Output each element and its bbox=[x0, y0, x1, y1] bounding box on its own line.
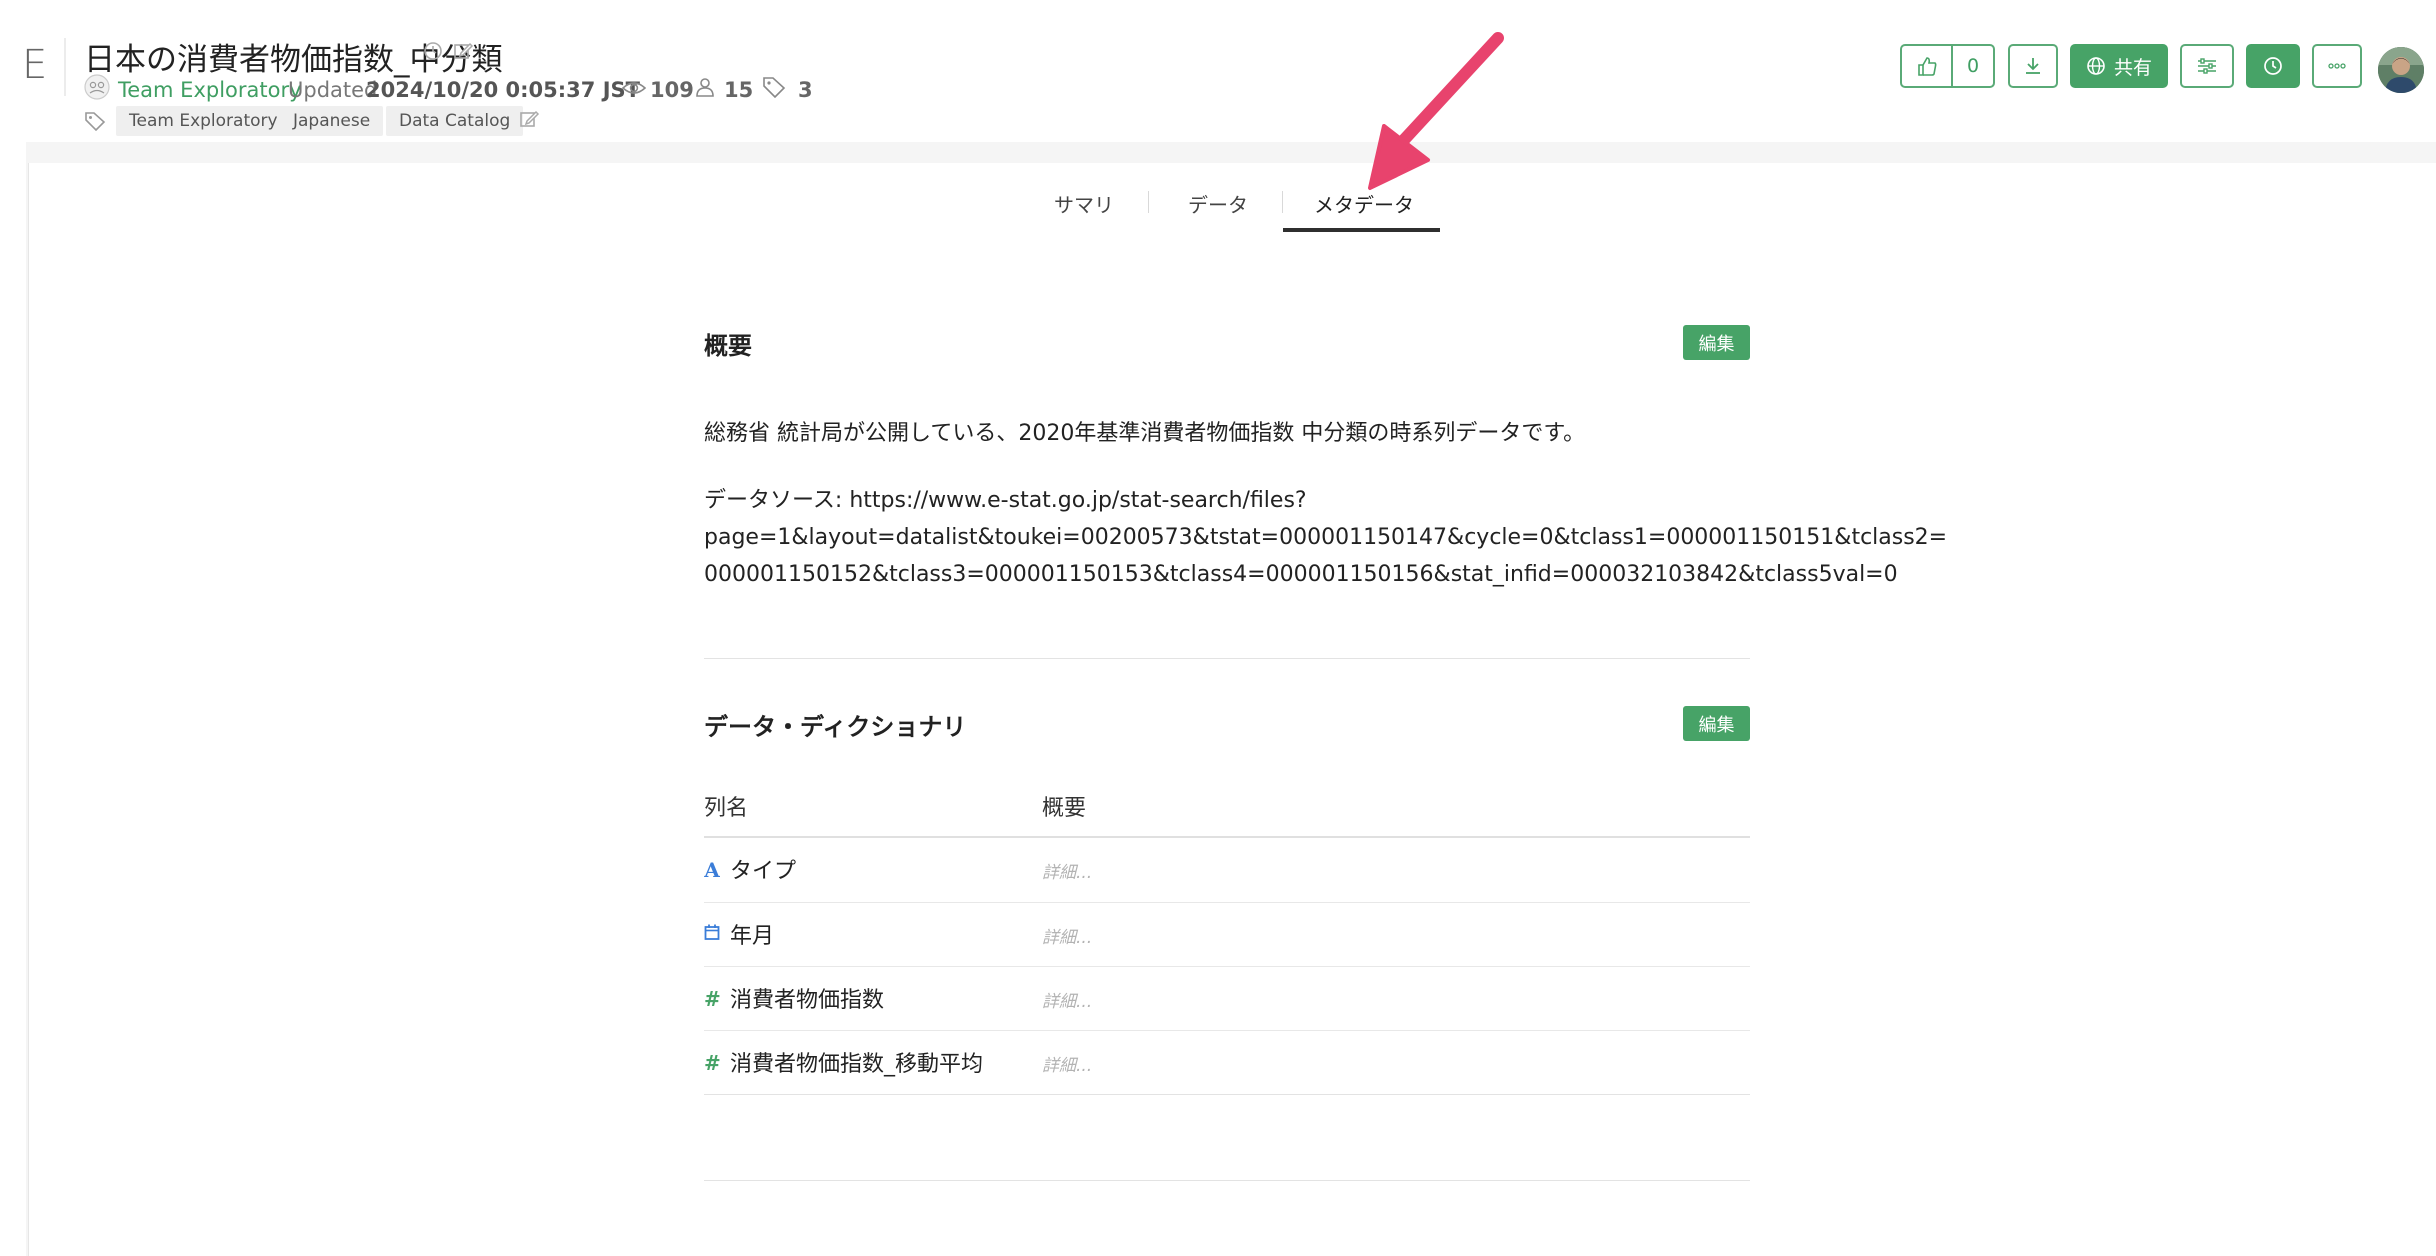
updated-label: Updated bbox=[288, 78, 378, 102]
table-row[interactable]: # 消費者物価指数_移動平均 詳細... bbox=[704, 1030, 1750, 1095]
number-type-icon: # bbox=[704, 987, 721, 1011]
tab-separator bbox=[1148, 191, 1149, 213]
settings-button[interactable] bbox=[2180, 44, 2234, 88]
tag-chip[interactable]: Team Exploratory bbox=[116, 106, 291, 136]
column-description[interactable]: 詳細... bbox=[1042, 1051, 1092, 1076]
download-button[interactable] bbox=[2008, 44, 2058, 88]
tab-summary[interactable]: サマリ bbox=[1054, 189, 1114, 218]
column-description[interactable]: 詳細... bbox=[1042, 987, 1092, 1012]
app-logo[interactable]: E bbox=[22, 42, 47, 88]
tag-chip[interactable]: Data Catalog bbox=[386, 106, 524, 136]
like-count-button[interactable]: 0 bbox=[1951, 44, 1995, 88]
history-icon[interactable] bbox=[422, 40, 446, 64]
users-count: 15 bbox=[724, 78, 754, 102]
column-description[interactable]: 詳細... bbox=[1042, 858, 1092, 883]
share-button[interactable]: 共有 bbox=[2070, 44, 2168, 88]
overview-description: 総務省 統計局が公開している、2020年基準消費者物価指数 中分類の時系列データ… bbox=[704, 421, 1586, 446]
column-name: 消費者物価指数 bbox=[730, 988, 885, 1013]
tab-data[interactable]: データ bbox=[1188, 189, 1248, 218]
tab-separator bbox=[1282, 191, 1283, 213]
tab-bar: サマリ データ メタデータ bbox=[0, 163, 2436, 233]
table-bottom-rule bbox=[704, 1094, 1750, 1095]
dictionary-title: データ・ディクショナリ bbox=[704, 713, 967, 741]
text-type-icon: A bbox=[704, 858, 720, 882]
header-bar: E 日本の消費者物価指数_中分類 Team Exploratory Update… bbox=[0, 0, 2436, 142]
like-button[interactable] bbox=[1900, 44, 1952, 88]
tab-metadata[interactable]: メタデータ bbox=[1314, 189, 1414, 218]
number-type-icon: # bbox=[704, 1051, 721, 1075]
column-name-header: 列名 bbox=[704, 796, 749, 821]
download-icon bbox=[2023, 56, 2043, 76]
data-source-url-cont[interactable]: page=1&layout=datalist&toukei=00200573&t… bbox=[704, 519, 1947, 556]
tag-count-icon bbox=[762, 76, 786, 98]
edit-title-icon[interactable] bbox=[452, 40, 476, 64]
active-tab-indicator bbox=[1283, 228, 1440, 232]
share-label: 共有 bbox=[2113, 56, 2152, 79]
team-avatar-icon bbox=[84, 74, 110, 100]
edit-tags-icon[interactable] bbox=[518, 108, 540, 130]
clock-icon bbox=[2263, 56, 2283, 76]
overview-edit-button[interactable]: 編集 bbox=[1683, 325, 1750, 360]
column-name: 消費者物価指数_移動平均 bbox=[730, 1052, 984, 1077]
table-row[interactable]: # 消費者物価指数 詳細... bbox=[704, 966, 1750, 1031]
data-source-url[interactable]: https://www.e-stat.go.jp/stat-search/fil… bbox=[849, 488, 1306, 513]
column-description[interactable]: 詳細... bbox=[1042, 923, 1092, 948]
globe-icon bbox=[2086, 56, 2106, 76]
section-divider bbox=[704, 1180, 1750, 1181]
tag-icon bbox=[84, 111, 106, 131]
updated-timestamp: 2024/10/20 0:05:37 JST bbox=[366, 78, 640, 102]
calendar-icon bbox=[704, 923, 720, 941]
more-dots-icon bbox=[2327, 62, 2347, 70]
more-button[interactable] bbox=[2312, 44, 2362, 88]
team-link[interactable]: Team Exploratory bbox=[118, 78, 302, 102]
section-divider bbox=[704, 658, 1750, 659]
sliders-icon bbox=[2196, 56, 2218, 76]
dictionary-edit-button[interactable]: 編集 bbox=[1683, 706, 1750, 741]
views-icon bbox=[622, 79, 646, 97]
schedule-button[interactable] bbox=[2246, 44, 2300, 88]
tag-chip[interactable]: Japanese bbox=[280, 106, 384, 136]
overview-title: 概要 bbox=[704, 332, 752, 360]
data-source: データソース: https://www.e-stat.go.jp/stat-se… bbox=[704, 482, 1947, 593]
column-name: 年月 bbox=[730, 924, 775, 949]
data-source-label: データソース: bbox=[704, 488, 843, 513]
column-desc-header: 概要 bbox=[1042, 796, 1087, 821]
user-avatar[interactable] bbox=[2378, 47, 2424, 93]
tag-count: 3 bbox=[798, 78, 813, 102]
thumbs-up-icon bbox=[1916, 55, 1938, 77]
title-divider bbox=[64, 38, 66, 96]
data-source-url-cont[interactable]: 000001150152&tclass3=000001150153&tclass… bbox=[704, 556, 1898, 593]
table-row[interactable]: A タイプ 詳細... bbox=[704, 838, 1750, 902]
users-icon bbox=[694, 76, 716, 98]
table-row[interactable]: 年月 詳細... bbox=[704, 902, 1750, 967]
views-count: 109 bbox=[650, 78, 694, 102]
column-name: タイプ bbox=[730, 859, 797, 884]
like-count: 0 bbox=[1966, 55, 1980, 77]
